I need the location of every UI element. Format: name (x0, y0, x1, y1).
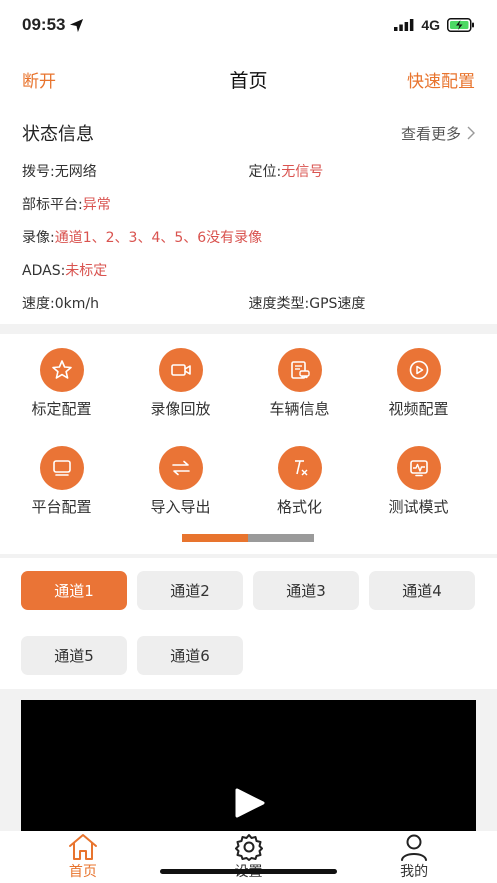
view-more-button[interactable]: 查看更多 (401, 123, 475, 144)
disconnect-button[interactable]: 断开 (22, 67, 56, 92)
page-indicator-active (182, 534, 248, 542)
adas-status: ADAS:未标定 (22, 260, 250, 280)
record-label: 录像: (22, 229, 55, 246)
channel-button-4[interactable]: 通道4 (369, 571, 475, 610)
play-icon[interactable] (233, 788, 265, 818)
vehicle-info-icon (277, 348, 322, 392)
channel-button-1[interactable]: 通道1 (21, 571, 127, 610)
signal-icon (394, 19, 414, 31)
function-grid: 标定配置 录像回放 车辆信息 视频配置 平台配置 导入导出 格式化 测试模式 (0, 334, 497, 544)
adas-value: 未标定 (65, 262, 108, 279)
grid-page-indicator (182, 534, 314, 542)
grid-item-format[interactable]: 格式化 (240, 446, 359, 544)
grid-item-test-mode[interactable]: 测试模式 (359, 446, 478, 544)
function-grid-section: 标定配置 录像回放 车辆信息 视频配置 平台配置 导入导出 格式化 测试模式 (0, 334, 497, 554)
clear-format-icon (277, 446, 322, 490)
status-bar: 09:53 4G (0, 0, 497, 50)
grid-item-playback[interactable]: 录像回放 (121, 348, 240, 446)
grid-label: 格式化 (276, 498, 322, 516)
speed-type-label: 速度类型: (248, 295, 310, 312)
page-title: 首页 (229, 69, 268, 92)
speed-status: 速度:0km/h (22, 293, 249, 313)
tab-settings[interactable]: 设置 (166, 831, 332, 883)
tab-bar: 首页 设置 我的 (0, 831, 497, 883)
status-info-title: 状态信息 (22, 124, 94, 145)
speed-type-status: 速度类型:GPS速度 (249, 293, 476, 313)
video-camera-icon (158, 348, 203, 392)
locate-value: 无信号 (281, 163, 324, 180)
location-arrow-icon (70, 18, 84, 32)
video-player[interactable] (21, 700, 476, 840)
record-value: 通道1、2、3、4、5、6没有录像 (54, 229, 263, 246)
channel-row-1: 通道1 通道2 通道3 通道4 (21, 571, 497, 610)
speed-label: 速度: (22, 295, 55, 312)
grid-item-vehicle-info[interactable]: 车辆信息 (240, 348, 359, 446)
platform-value: 异常 (82, 196, 111, 213)
channel-selector: 通道1 通道2 通道3 通道4 通道5 通道6 (0, 558, 497, 689)
time-text: 09:53 (22, 15, 66, 34)
page-indicator-inactive (248, 534, 314, 542)
grid-label: 测试模式 (388, 498, 449, 516)
status-row-adas: ADAS:未标定 (22, 253, 475, 286)
status-row-dial: 拨号:无网络 定位:无信号 (22, 154, 475, 187)
grid-label: 导入导出 (150, 498, 211, 516)
channel-row-2: 通道5 通道6 (21, 636, 497, 675)
grid-item-platform-config[interactable]: 平台配置 (2, 446, 121, 544)
platform-status: 部标平台:异常 (22, 194, 250, 214)
tab-profile[interactable]: 我的 (331, 831, 497, 883)
grid-label: 车辆信息 (269, 400, 330, 418)
chevron-right-icon (467, 126, 475, 140)
status-info-header: 状态信息 查看更多 (22, 120, 475, 146)
channel-button-6[interactable]: 通道6 (137, 636, 243, 675)
speed-value: 0km/h (54, 295, 99, 312)
status-info-card: 状态信息 查看更多 拨号:无网络 定位:无信号 部标平台:异常 录像:通道1、2… (0, 108, 497, 324)
grid-item-calibration[interactable]: 标定配置 (2, 348, 121, 446)
user-icon (401, 834, 428, 861)
dial-status: 拨号:无网络 (22, 161, 249, 181)
grid-label: 视频配置 (388, 400, 449, 418)
dial-value: 无网络 (54, 163, 97, 180)
channel-button-3[interactable]: 通道3 (253, 571, 359, 610)
grid-label: 标定配置 (31, 400, 92, 418)
record-status: 录像:通道1、2、3、4、5、6没有录像 (22, 227, 262, 247)
pulse-screen-icon (396, 446, 441, 490)
network-type: 4G (421, 17, 440, 33)
status-rows: 拨号:无网络 定位:无信号 部标平台:异常 录像:通道1、2、3、4、5、6没有… (22, 154, 475, 319)
grid-item-import-export[interactable]: 导入导出 (121, 446, 240, 544)
gear-icon (234, 834, 263, 861)
status-right: 4G (394, 17, 475, 33)
home-icon (68, 834, 97, 860)
nav-bar: 断开 首页 快速配置 (0, 50, 497, 108)
tab-home[interactable]: 首页 (0, 831, 166, 883)
view-more-label: 查看更多 (400, 124, 461, 143)
status-row-speed: 速度:0km/h 速度类型:GPS速度 (22, 286, 475, 319)
play-circle-icon (396, 348, 441, 392)
speed-type-value: GPS速度 (309, 295, 366, 312)
tab-label-profile: 我的 (400, 864, 429, 880)
channel-button-5[interactable]: 通道5 (21, 636, 127, 675)
status-row-record: 录像:通道1、2、3、4、5、6没有录像 (22, 220, 475, 253)
status-row-platform: 部标平台:异常 (22, 187, 475, 220)
home-indicator (160, 869, 337, 874)
grid-label: 录像回放 (150, 400, 211, 418)
star-icon (39, 348, 84, 392)
battery-charging-icon (447, 18, 474, 32)
tab-label-home: 首页 (68, 864, 97, 880)
adas-label: ADAS: (22, 262, 66, 279)
platform-label: 部标平台: (22, 196, 83, 213)
locate-status: 定位:无信号 (249, 161, 476, 181)
locate-label: 定位: (248, 163, 282, 180)
channel-button-2[interactable]: 通道2 (137, 571, 243, 610)
status-time: 09:53 (22, 15, 84, 35)
swap-arrows-icon (158, 446, 203, 490)
grid-item-video-config[interactable]: 视频配置 (359, 348, 478, 446)
dial-label: 拨号: (22, 163, 55, 180)
monitor-icon (39, 446, 84, 490)
grid-label: 平台配置 (31, 498, 92, 516)
quick-config-button[interactable]: 快速配置 (407, 67, 475, 92)
